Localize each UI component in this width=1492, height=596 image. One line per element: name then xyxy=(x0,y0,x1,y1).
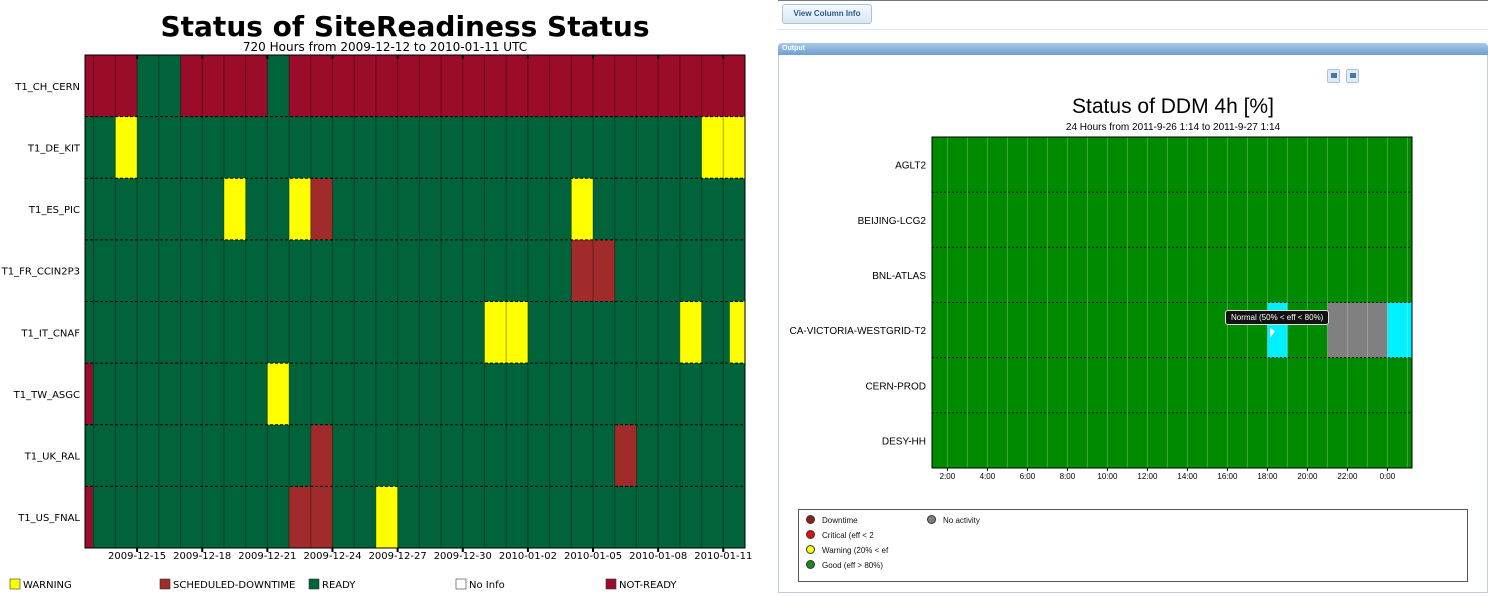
ddm-site-label: DESY-HH xyxy=(882,436,926,447)
ddm-x-tick-label: 14:00 xyxy=(1177,472,1198,481)
legend-label: NOT-READY xyxy=(619,580,677,591)
ddm-x-tick-label: 22:00 xyxy=(1337,472,1358,481)
x-tick-label: 2009-12-27 xyxy=(369,551,427,562)
legend-label: READY xyxy=(322,580,356,591)
legend-label: Warning (20% < ef xyxy=(822,546,889,555)
legend-label: Good (eff > 80%) xyxy=(822,561,883,570)
status-cell xyxy=(679,301,702,364)
site-readiness-panel: Status of SiteReadiness Status 720 Hours … xyxy=(0,0,770,596)
status-cell xyxy=(375,486,398,548)
status-cell xyxy=(115,116,138,179)
site-label: T1_IT_CNAF xyxy=(20,328,80,339)
site-label: T1_UK_RAL xyxy=(24,452,81,463)
site-label: T1_US_FNAL xyxy=(17,513,80,524)
legend-label: WARNING xyxy=(23,580,72,591)
legend-item-warning: Warning (20% < ef xyxy=(806,545,888,556)
legend-label: No activity xyxy=(943,516,980,525)
status-cell xyxy=(85,55,138,117)
x-tick-label: 2009-12-21 xyxy=(238,551,296,562)
status-cell xyxy=(223,178,246,240)
good-dot-icon xyxy=(806,560,815,569)
x-tick-label: 2009-12-15 xyxy=(108,551,166,562)
ddm-x-tick-label: 4:00 xyxy=(980,472,996,481)
ddm-chart-title: Status of DDM 4h [%] xyxy=(1072,95,1274,118)
ddm-site-label: BNL-ATLAS xyxy=(872,271,926,282)
legend-swatch xyxy=(9,578,21,590)
site-label: T1_FR_CCIN2P3 xyxy=(1,267,80,278)
ddm-x-tick-label: 6:00 xyxy=(1020,472,1036,481)
ddm-site-label: CERN-PROD xyxy=(865,381,926,392)
x-tick-label: 2009-12-30 xyxy=(434,551,492,562)
status-cell xyxy=(571,178,594,240)
ddm-status-cell xyxy=(1387,302,1412,358)
ddm-status-cell xyxy=(1327,302,1388,358)
ddm-x-tick-label: 0:00 xyxy=(1380,472,1396,481)
ddm-x-tick-label: 20:00 xyxy=(1297,472,1318,481)
ddm-chart-area: Status of DDM 4h [%] 24 Hours from 2011-9… xyxy=(770,0,1492,596)
status-cell xyxy=(289,55,745,117)
mouse-cursor-icon xyxy=(1270,328,1275,338)
status-cell xyxy=(310,178,333,240)
ddm-site-label: BEIJING-LCG2 xyxy=(858,216,927,227)
cell-tooltip: Normal (50% < eff < 80%) xyxy=(1225,310,1330,325)
ddm-panel: View Column Info Output Status of DDM 4h… xyxy=(770,0,1492,596)
site-label: T1_CH_CERN xyxy=(14,82,80,93)
site-label: T1_TW_ASGC xyxy=(13,390,80,401)
status-cell xyxy=(267,363,290,425)
site-label: T1_DE_KIT xyxy=(27,143,81,154)
legend-item-downtime: Downtime xyxy=(806,515,858,526)
chart-subtitle: 720 Hours from 2009-12-12 to 2010-01-11 … xyxy=(243,40,527,54)
ddm-x-tick-label: 8:00 xyxy=(1060,472,1076,481)
legend-swatch xyxy=(455,578,467,590)
ddm-site-label: CA-VICTORIA-WESTGRID-T2 xyxy=(790,326,927,337)
legend-swatch xyxy=(308,578,320,590)
ddm-status-chart: Status of DDM 4h [%] 24 Hours from 2011-9… xyxy=(790,95,1413,481)
status-cell xyxy=(614,424,637,487)
ddm-x-tick-label: 10:00 xyxy=(1097,472,1118,481)
ddm-x-tick-label: 12:00 xyxy=(1137,472,1158,481)
ddm-site-label: AGLT2 xyxy=(895,161,926,172)
x-tick-label: 2010-01-02 xyxy=(499,551,557,562)
no-activity-dot-icon xyxy=(927,515,936,524)
legend-item-no-activity: No activity xyxy=(927,515,980,526)
legend-label: No Info xyxy=(469,580,505,591)
ddm-x-tick-label: 18:00 xyxy=(1257,472,1278,481)
warning-dot-icon xyxy=(806,545,815,554)
x-tick-label: 2009-12-24 xyxy=(303,551,361,562)
legend-label: Critical (eff < 2 xyxy=(822,531,874,540)
legend-swatch xyxy=(605,578,617,590)
status-cell xyxy=(729,301,745,364)
status-cell xyxy=(289,178,311,240)
x-tick-label: 2010-01-05 xyxy=(564,551,622,562)
ddm-chart-subtitle: 24 Hours from 2011-9-26 1:14 to 2011-9-2… xyxy=(1066,122,1281,133)
ddm-x-tick-label: 2:00 xyxy=(940,472,956,481)
x-tick-label: 2009-12-18 xyxy=(173,551,231,562)
x-tick-label: 2010-01-11 xyxy=(694,551,752,562)
status-cell xyxy=(310,424,333,487)
site-readiness-chart: Status of SiteReadiness Status720 Hours … xyxy=(1,10,753,591)
legend-item-good: Good (eff > 80%) xyxy=(806,560,883,571)
status-cell xyxy=(85,363,93,425)
legend-label: Downtime xyxy=(822,516,858,525)
status-cell xyxy=(85,486,93,548)
critical-dot-icon xyxy=(806,530,815,539)
legend-item-critical: Critical (eff < 2 xyxy=(806,530,874,541)
site-label: T1_ES_PIC xyxy=(28,205,80,216)
ddm-legend: Downtime Critical (eff < 2 Warning (20% … xyxy=(798,509,1468,582)
x-tick-label: 2010-01-08 xyxy=(629,551,687,562)
legend-label: SCHEDULED-DOWNTIME xyxy=(173,580,295,591)
ddm-x-tick-label: 16:00 xyxy=(1217,472,1238,481)
legend-swatch xyxy=(159,578,171,590)
chart-title: Status of SiteReadiness Status xyxy=(160,10,649,43)
downtime-dot-icon xyxy=(806,515,815,524)
